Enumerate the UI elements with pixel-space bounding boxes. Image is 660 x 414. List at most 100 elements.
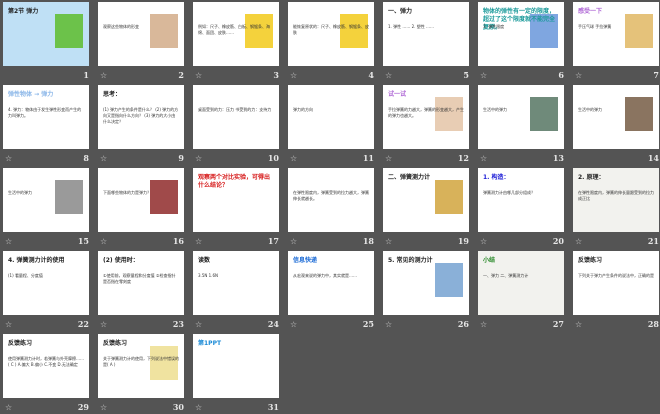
star-outline-icon[interactable]: ☆ <box>195 154 202 163</box>
star-outline-icon[interactable]: ☆ <box>100 237 107 246</box>
slide-body-text: 从宏观来说的弹力中，其实就是…… <box>293 273 357 278</box>
slide-thumbnail-item[interactable]: 生活中的弹力 ☆ 15 <box>3 168 89 248</box>
slide-thumbnail-item[interactable]: 反馈练习 关于弹簧测力计的使用，下列说法中错误的是( A ) ☆ 30 <box>98 334 184 414</box>
star-outline-icon[interactable]: ☆ <box>290 237 297 246</box>
star-outline-icon[interactable]: ☆ <box>195 320 202 329</box>
slide-number: 4 <box>368 70 374 80</box>
slide-thumbnail[interactable]: 5. 常见的测力计 <box>383 251 469 315</box>
slide-thumbnail-item[interactable]: 5. 常见的测力计 ☆ 26 <box>383 251 469 331</box>
slide-thumbnail-item[interactable]: 第1PPT ☆ 31 <box>193 334 279 414</box>
slide-thumbnail-item[interactable]: 试一试 手拉弹簧的力越大，弹簧的形变越大，产生的弹力也越大。 ☆ 12 <box>383 85 469 165</box>
star-outline-icon[interactable]: ☆ <box>480 237 487 246</box>
star-outline-icon[interactable]: ☆ <box>385 71 392 80</box>
star-outline-icon[interactable]: ☆ <box>480 71 487 80</box>
slide-thumbnail[interactable]: 在弹性限度内，弹簧受到的拉力越大，弹簧伸长就越长。 <box>288 168 374 232</box>
slide-thumbnail[interactable]: 桌面受到的力：压力 书受到的力：支持力 <box>193 85 279 149</box>
slide-thumbnail[interactable]: 小结 一、弹力 二、弹簧测力计 <box>478 251 564 315</box>
star-outline-icon[interactable]: ☆ <box>100 154 107 163</box>
slide-thumbnail-item[interactable]: 二、弹簧测力计 ☆ 19 <box>383 168 469 248</box>
star-outline-icon[interactable]: ☆ <box>5 403 12 412</box>
slide-thumbnail-item[interactable]: 生活中的弹力 14 <box>573 85 659 165</box>
star-outline-icon[interactable]: ☆ <box>480 320 487 329</box>
slide-thumbnail[interactable]: 第1PPT <box>193 334 279 398</box>
slide-thumbnail-item[interactable]: 读数 3.5N 1.6N ☆ 24 <box>193 251 279 331</box>
slide-thumbnail[interactable]: 试一试 手拉弹簧的力越大，弹簧的形变越大，产生的弹力也越大。 <box>383 85 469 149</box>
slide-thumbnail[interactable]: 例如：尺子、橡皮筋、白板、钢锯条、海绵、面团、皮肤…… <box>193 2 279 66</box>
slide-thumbnail[interactable]: 第2节 弹力 <box>3 2 89 66</box>
slide-thumbnail[interactable]: 反馈练习 使用弹簧测力计时，若弹簧与外壳摩擦……( C ) A.偏大 B.偏小 C… <box>3 334 89 398</box>
slide-thumbnail[interactable]: 感受一下 手压气球 手拉弹簧 <box>573 2 659 66</box>
slide-thumbnail-item[interactable]: (2) 使用时： ①使用前，观察量程和分度值 ②检查指针是否指在零刻度 ☆ 23 <box>98 251 184 331</box>
slide-thumbnail-item[interactable]: 反馈练习 下列关于弹力产生条件的说法中，正确的是 ☆ 28 <box>573 251 659 331</box>
slide-thumbnail[interactable]: 一、弹力 1. 弹性 …… 2. 塑性 …… <box>383 2 469 66</box>
slide-thumbnail[interactable]: 下面哪些物体的力是弹力？ <box>98 168 184 232</box>
slide-thumbnail[interactable]: 能恢复原状的：尺子、橡皮筋、钢锯条、皮肤 <box>288 2 374 66</box>
slide-thumbnail[interactable]: 2. 原理： 在弹性限度内，弹簧的伸长量跟受到的拉力成正比 <box>573 168 659 232</box>
star-outline-icon[interactable]: ☆ <box>5 154 12 163</box>
slide-thumbnail-item[interactable]: 第2节 弹力 1 <box>3 2 89 82</box>
slide-thumbnail[interactable]: 生活中的弹力 <box>3 168 89 232</box>
star-outline-icon[interactable]: ☆ <box>100 71 107 80</box>
slide-thumbnail[interactable]: 二、弹簧测力计 <box>383 168 469 232</box>
star-outline-icon[interactable]: ☆ <box>195 71 202 80</box>
slide-thumbnail[interactable]: (2) 使用时： ①使用前，观察量程和分度值 ②检查指针是否指在零刻度 <box>98 251 184 315</box>
slide-thumbnail-item[interactable]: 生活中的弹力 ☆ 13 <box>478 85 564 165</box>
slide-thumbnail[interactable]: 生活中的弹力 <box>478 85 564 149</box>
slide-thumbnail-item[interactable]: 一、弹力 1. 弹性 …… 2. 塑性 …… ☆ 5 <box>383 2 469 82</box>
slide-thumbnail-item[interactable]: 反馈练习 使用弹簧测力计时，若弹簧与外壳摩擦……( C ) A.偏大 B.偏小 C… <box>3 334 89 414</box>
slide-thumbnail-item[interactable]: 下面哪些物体的力是弹力？ ☆ 16 <box>98 168 184 248</box>
star-outline-icon[interactable]: ☆ <box>5 320 12 329</box>
slide-thumbnail-item[interactable]: 1. 构造： 弹簧测力计由哪几部分组成？ ☆ 20 <box>478 168 564 248</box>
star-outline-icon[interactable]: ☆ <box>195 237 202 246</box>
slide-thumbnail-item[interactable]: 物体的弹性有一定的限度，超过了这个限度就不能完全复原。 3. 弹性限度 ☆ 6 <box>478 2 564 82</box>
slide-thumbnail-item[interactable]: 2. 原理： 在弹性限度内，弹簧的伸长量跟受到的拉力成正比 ☆ 21 <box>573 168 659 248</box>
slide-body-text: 能恢复原状的：尺子、橡皮筋、钢锯条、皮肤 <box>293 24 369 35</box>
slide-thumbnail[interactable]: 弹力的方向 <box>288 85 374 149</box>
slide-thumbnail-item[interactable]: 桌面受到的力：压力 书受到的力：支持力 ☆ 10 <box>193 85 279 165</box>
slide-number: 20 <box>552 236 564 246</box>
star-outline-icon[interactable]: ☆ <box>290 154 297 163</box>
slide-thumbnail-item[interactable]: 弹性物体 → 弹力 4. 弹力：物体由于发生弹性形变而产生的力叫弹力。 ☆ 8 <box>3 85 89 165</box>
star-outline-icon[interactable]: ☆ <box>290 320 297 329</box>
slide-thumbnail[interactable]: 读数 3.5N 1.6N <box>193 251 279 315</box>
slide-thumbnail[interactable]: 1. 构造： 弹簧测力计由哪几部分组成？ <box>478 168 564 232</box>
star-outline-icon[interactable]: ☆ <box>575 237 582 246</box>
slide-thumbnail[interactable]: 思考： (1) 弹力产生的条件是什么？ (2) 弹力的方向又是指向什么方向？ (3… <box>98 85 184 149</box>
slide-thumbnail-item[interactable]: 在弹性限度内，弹簧受到的拉力越大，弹簧伸长就越长。 ☆ 18 <box>288 168 374 248</box>
star-outline-icon[interactable]: ☆ <box>385 320 392 329</box>
slide-thumbnail[interactable]: 4. 弹簧测力计的使用 (1) 看量程、分度值 <box>3 251 89 315</box>
star-outline-icon[interactable]: ☆ <box>575 320 582 329</box>
slide-thumbnail-item[interactable]: 观察两个对比实验，可得出什么结论？ ☆ 17 <box>193 168 279 248</box>
slide-thumbnail-item[interactable]: 小结 一、弹力 二、弹簧测力计 ☆ 27 <box>478 251 564 331</box>
slide-thumbnail[interactable]: 物体的弹性有一定的限度，超过了这个限度就不能完全复原。 3. 弹性限度 <box>478 2 564 66</box>
slide-thumbnail-item[interactable]: 能恢复原状的：尺子、橡皮筋、钢锯条、皮肤 ☆ 4 <box>288 2 374 82</box>
slide-thumbnail-item[interactable]: 观察这些物体的形变 ☆ 2 <box>98 2 184 82</box>
star-outline-icon[interactable]: ☆ <box>385 237 392 246</box>
slide-number: 22 <box>77 319 89 329</box>
slide-thumbnail[interactable]: 弹性物体 → 弹力 4. 弹力：物体由于发生弹性形变而产生的力叫弹力。 <box>3 85 89 149</box>
slide-image <box>625 14 653 48</box>
slide-thumbnail[interactable]: 反馈练习 关于弹簧测力计的使用，下列说法中错误的是( A ) <box>98 334 184 398</box>
star-outline-icon[interactable]: ☆ <box>385 154 392 163</box>
slide-thumbnail[interactable]: 信息快递 从宏观来说的弹力中，其实就是…… <box>288 251 374 315</box>
star-outline-icon[interactable]: ☆ <box>5 237 12 246</box>
star-outline-icon[interactable]: ☆ <box>575 71 582 80</box>
slide-thumbnail-item[interactable]: 思考： (1) 弹力产生的条件是什么？ (2) 弹力的方向又是指向什么方向？ (3… <box>98 85 184 165</box>
slide-thumbnail[interactable]: 观察两个对比实验，可得出什么结论？ <box>193 168 279 232</box>
star-outline-icon[interactable]: ☆ <box>100 403 107 412</box>
star-outline-icon[interactable]: ☆ <box>290 71 297 80</box>
slide-thumbnail[interactable]: 观察这些物体的形变 <box>98 2 184 66</box>
star-outline-icon[interactable]: ☆ <box>195 403 202 412</box>
slide-number: 12 <box>457 153 469 163</box>
slide-body-text: 下面哪些物体的力是弹力？ <box>103 190 151 195</box>
slide-title: 反馈练习 <box>578 257 603 264</box>
slide-thumbnail-item[interactable]: 4. 弹簧测力计的使用 (1) 看量程、分度值 ☆ 22 <box>3 251 89 331</box>
slide-thumbnail-item[interactable]: 感受一下 手压气球 手拉弹簧 ☆ 7 <box>573 2 659 82</box>
slide-thumbnail-item[interactable]: 例如：尺子、橡皮筋、白板、钢锯条、海绵、面团、皮肤…… ☆ 3 <box>193 2 279 82</box>
slide-thumbnail[interactable]: 生活中的弹力 <box>573 85 659 149</box>
slide-thumbnail-item[interactable]: 弹力的方向 ☆ 11 <box>288 85 374 165</box>
slide-thumbnail[interactable]: 反馈练习 下列关于弹力产生条件的说法中，正确的是 <box>573 251 659 315</box>
star-outline-icon[interactable]: ☆ <box>480 154 487 163</box>
star-outline-icon[interactable]: ☆ <box>100 320 107 329</box>
slide-thumbnail-item[interactable]: 信息快递 从宏观来说的弹力中，其实就是…… ☆ 25 <box>288 251 374 331</box>
